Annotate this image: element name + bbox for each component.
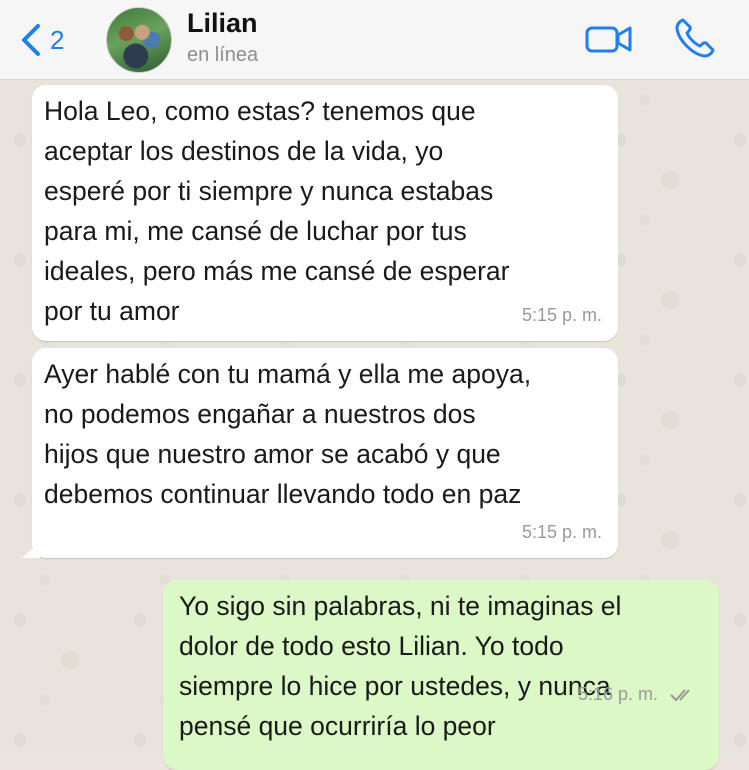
message-bubble-incoming[interactable]: Hola Leo, como estas? tenemos que acepta…	[32, 85, 618, 341]
message-timestamp: 5:15 p. m.	[521, 522, 602, 542]
avatar[interactable]	[106, 7, 172, 73]
back-button[interactable]: 2	[18, 20, 64, 60]
message-meta: 5:16 p. m.	[578, 674, 697, 714]
contact-name[interactable]: Lilian	[187, 8, 258, 39]
phone-call-icon[interactable]	[673, 16, 717, 60]
bubble-tail	[22, 542, 40, 558]
message-timestamp: 5:16 p. m.	[577, 684, 658, 704]
video-call-icon[interactable]	[585, 22, 633, 56]
message-bubble-outgoing[interactable]: Yo sigo sin palabras, ni te imaginas el …	[163, 580, 719, 770]
unread-count: 2	[50, 24, 65, 55]
message-bubble-incoming[interactable]: Ayer hablé con tu mamá y ella me apoya, …	[22, 348, 618, 558]
message-text: Yo sigo sin palabras, ni te imaginas el …	[179, 591, 622, 741]
chat-header: 2 Lilian en línea	[0, 0, 749, 80]
message-text: Ayer hablé con tu mamá y ella me apoya, …	[44, 359, 532, 509]
chevron-left-icon	[22, 24, 40, 56]
contact-status: en línea	[187, 44, 259, 66]
double-check-icon	[670, 689, 690, 702]
message-timestamp: 5:15 p. m.	[521, 305, 602, 325]
